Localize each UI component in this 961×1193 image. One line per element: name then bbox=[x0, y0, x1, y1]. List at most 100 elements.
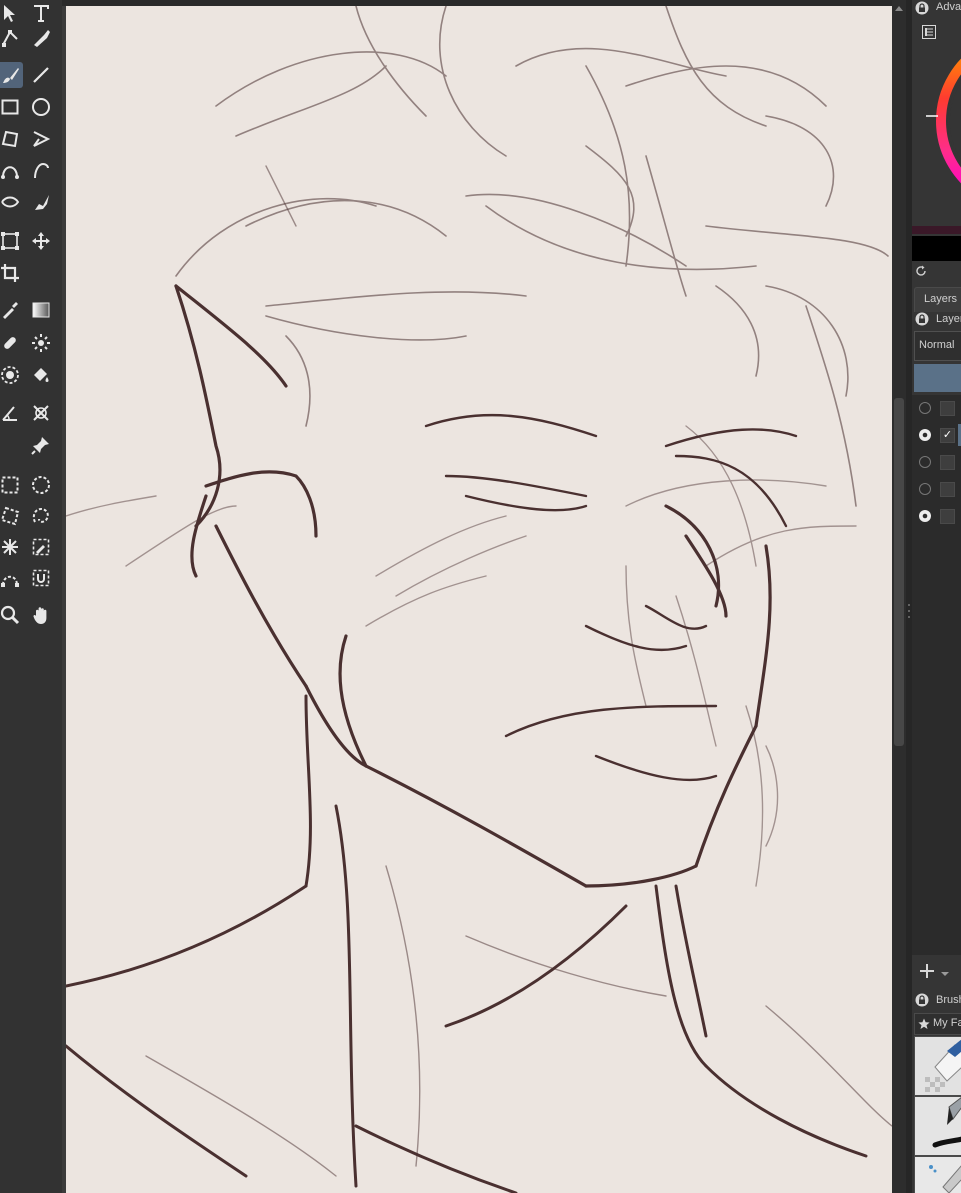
move-tool-icon bbox=[32, 232, 50, 250]
lock-icon[interactable] bbox=[915, 1, 929, 15]
gradient-tool-button[interactable] bbox=[28, 297, 54, 323]
similar-color-selection-tool-button[interactable] bbox=[28, 534, 54, 560]
freehand-path-tool-button[interactable] bbox=[28, 157, 54, 183]
enclose-and-fill-tool-button[interactable] bbox=[0, 362, 23, 388]
zoom-tool-icon bbox=[0, 605, 20, 625]
contiguous-selection-tool-button[interactable] bbox=[0, 534, 23, 560]
freehand-selection-tool-icon bbox=[32, 507, 49, 523]
ellipse-tool-icon bbox=[32, 98, 50, 116]
brush-tag-select[interactable]: My Fa bbox=[914, 1013, 961, 1035]
layer-row[interactable]: ✓ bbox=[912, 422, 961, 449]
layer-checkbox[interactable] bbox=[940, 482, 955, 497]
chevron-down-icon[interactable] bbox=[940, 966, 950, 976]
add-layer-button[interactable] bbox=[918, 962, 936, 980]
layer-row[interactable] bbox=[912, 476, 961, 503]
scrollbar-thumb[interactable] bbox=[894, 398, 904, 746]
layers-docker-title: Layer bbox=[936, 313, 961, 325]
layer-checkbox[interactable] bbox=[940, 509, 955, 524]
layer-checkbox[interactable]: ✓ bbox=[940, 428, 955, 443]
magnetic-selection-tool-button[interactable] bbox=[28, 565, 54, 591]
toolbox bbox=[0, 0, 62, 1193]
eye-hidden-icon[interactable] bbox=[918, 482, 932, 496]
fill-tool-button[interactable] bbox=[28, 362, 54, 388]
splitter-grip-icon[interactable] bbox=[907, 602, 911, 624]
multibrush-tool-button[interactable] bbox=[28, 189, 54, 215]
smart-patch-tool-button[interactable] bbox=[0, 330, 23, 356]
layer-checkbox[interactable] bbox=[940, 455, 955, 470]
color-sampler-tool-button[interactable] bbox=[0, 297, 23, 323]
pan-tool-icon bbox=[33, 607, 47, 624]
polyline-tool-icon bbox=[33, 131, 51, 147]
move-tool-button[interactable] bbox=[28, 228, 54, 254]
line-tool-button[interactable] bbox=[28, 62, 54, 88]
layer-list[interactable]: ✓ bbox=[912, 395, 961, 955]
freehand-path-tool-icon bbox=[34, 162, 49, 179]
star-icon bbox=[918, 1017, 930, 1029]
layer-row[interactable] bbox=[912, 395, 961, 422]
color-docker-title: Adva bbox=[936, 1, 961, 13]
right-docker-panel: Adva Layers Layer Normal ✓ Brus My Fa bbox=[912, 0, 961, 1193]
rectangular-selection-tool-button[interactable] bbox=[0, 472, 23, 498]
edit-shapes-tool-button[interactable] bbox=[0, 25, 23, 51]
layer-checkbox[interactable] bbox=[940, 401, 955, 416]
edit-shapes-tool-icon bbox=[2, 30, 18, 47]
text-tool-button[interactable] bbox=[28, 0, 54, 26]
pan-tool-button[interactable] bbox=[28, 602, 54, 628]
assistant-tool-icon bbox=[33, 405, 49, 421]
eye-icon[interactable] bbox=[918, 509, 932, 523]
polyline-tool-button[interactable] bbox=[28, 126, 54, 152]
eye-hidden-icon[interactable] bbox=[918, 455, 932, 469]
lock-icon[interactable] bbox=[915, 312, 929, 326]
layer-row[interactable] bbox=[912, 503, 961, 530]
freehand-selection-tool-button[interactable] bbox=[28, 503, 54, 529]
brush-preset-eraser[interactable] bbox=[914, 1036, 961, 1096]
layers-docker-header: Layer bbox=[912, 311, 961, 329]
bezier-curve-tool-button[interactable] bbox=[0, 157, 23, 183]
zoom-tool-button[interactable] bbox=[0, 602, 23, 628]
layer-properties-bar[interactable] bbox=[914, 364, 961, 392]
colorize-mask-tool-button[interactable] bbox=[28, 330, 54, 356]
multibrush-tool-icon bbox=[35, 195, 49, 210]
measure-tool-button[interactable] bbox=[0, 400, 23, 426]
foreground-color-swatch[interactable] bbox=[912, 226, 961, 234]
dynamic-brush-tool-icon bbox=[1, 196, 20, 208]
measure-tool-icon bbox=[2, 406, 17, 421]
rectangle-tool-button[interactable] bbox=[0, 94, 23, 120]
ellipse-tool-button[interactable] bbox=[28, 94, 54, 120]
select-shapes-tool-button[interactable] bbox=[0, 0, 23, 26]
eye-icon[interactable] bbox=[918, 428, 932, 442]
reset-colors-icon[interactable] bbox=[914, 264, 928, 278]
lock-icon[interactable] bbox=[915, 993, 929, 1007]
bezier-selection-tool-icon bbox=[1, 575, 19, 587]
assistant-tool-button[interactable] bbox=[28, 400, 54, 426]
freehand-brush-tool-button[interactable] bbox=[0, 62, 23, 88]
bezier-selection-tool-button[interactable] bbox=[0, 565, 23, 591]
background-color-swatch[interactable] bbox=[912, 236, 961, 261]
polygon-tool-icon bbox=[1, 130, 19, 148]
scroll-up-arrow-icon[interactable] bbox=[894, 2, 904, 14]
transform-tool-button[interactable] bbox=[0, 228, 23, 254]
tab-layers[interactable]: Layers bbox=[914, 287, 961, 312]
polygonal-selection-tool-button[interactable] bbox=[0, 503, 23, 529]
brush-presets-title: Brush bbox=[936, 994, 961, 1006]
calligraphy-tool-button[interactable] bbox=[28, 25, 54, 51]
polygon-tool-button[interactable] bbox=[0, 126, 23, 152]
brush-preset-ink-pen[interactable] bbox=[914, 1096, 961, 1156]
sketch-artwork bbox=[66, 6, 892, 1193]
brush-preset-airbrush[interactable] bbox=[914, 1156, 961, 1193]
crop-tool-button[interactable] bbox=[0, 260, 23, 286]
reference-images-tool-button[interactable] bbox=[28, 432, 54, 458]
drawing-canvas[interactable] bbox=[66, 6, 892, 1193]
eye-hidden-icon[interactable] bbox=[918, 401, 932, 415]
select-shapes-tool-icon bbox=[4, 5, 15, 22]
crop-tool-icon bbox=[1, 264, 19, 282]
colorize-mask-tool-icon bbox=[32, 334, 50, 352]
contiguous-selection-tool-icon bbox=[2, 539, 18, 555]
layer-row[interactable] bbox=[912, 449, 961, 476]
canvas-vertical-scrollbar[interactable] bbox=[892, 0, 906, 1193]
elliptical-selection-tool-button[interactable] bbox=[28, 472, 54, 498]
dynamic-brush-tool-button[interactable] bbox=[0, 189, 23, 215]
color-wheel-selector[interactable] bbox=[926, 36, 961, 206]
blend-mode-select[interactable]: Normal bbox=[914, 331, 961, 361]
fg-bg-color-swatches[interactable] bbox=[912, 226, 961, 262]
